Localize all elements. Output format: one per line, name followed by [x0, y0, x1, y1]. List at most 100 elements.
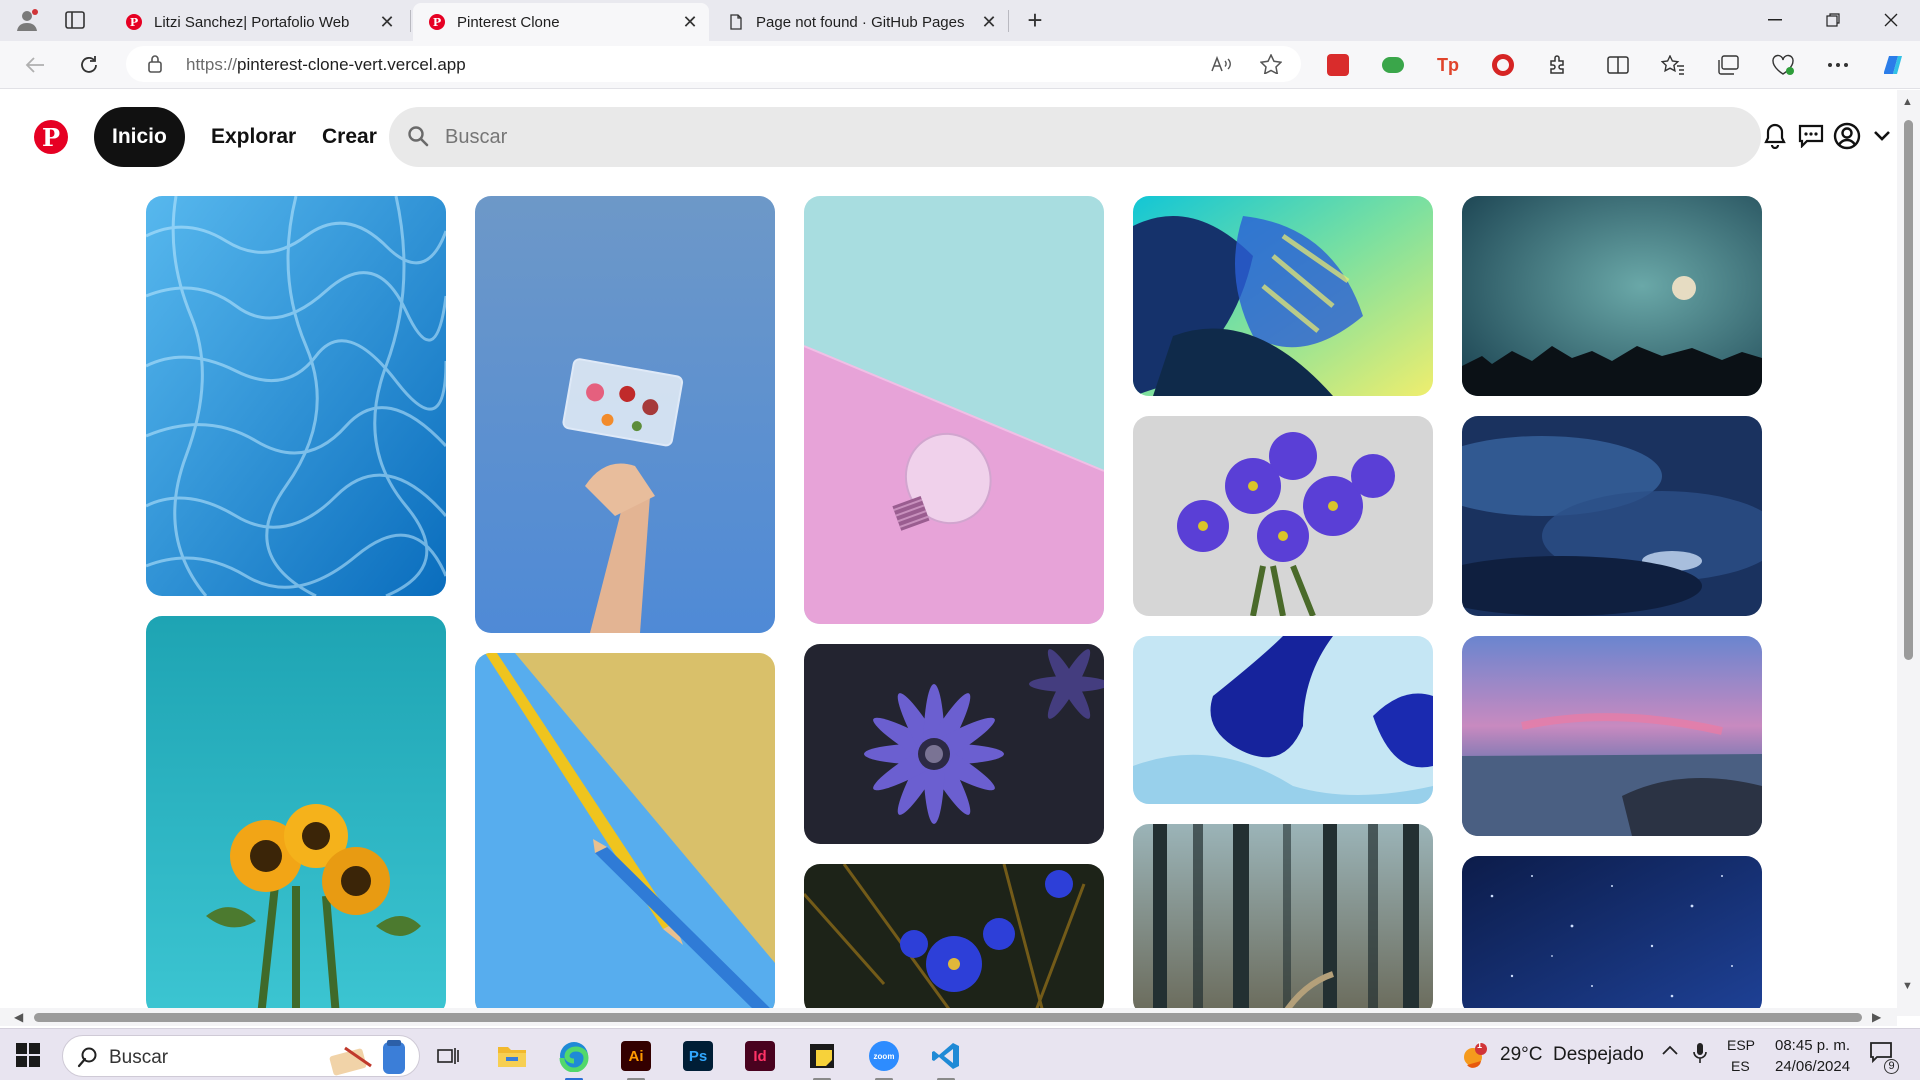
pinterest-favicon-icon: P [429, 14, 445, 30]
weather-icon[interactable]: 1 [1456, 1037, 1492, 1075]
extension-tp-icon[interactable]: Tp [1434, 51, 1462, 79]
show-hidden-icons-icon[interactable] [1661, 1043, 1679, 1059]
pin-stormy-clouds[interactable] [1462, 416, 1762, 616]
restore-window-icon[interactable] [1806, 0, 1860, 40]
favorites-icon[interactable] [1659, 51, 1687, 79]
refresh-icon[interactable] [72, 48, 106, 82]
pin-light-bulb[interactable] [804, 196, 1104, 624]
clock-date[interactable]: 24/06/2024 [1775, 1058, 1850, 1075]
extensions-puzzle-icon[interactable] [1544, 51, 1572, 79]
tab-divider [410, 10, 411, 32]
indesign-icon[interactable]: Id [741, 1037, 779, 1075]
horizontal-scrollbar[interactable]: ◀ ▶ [0, 1008, 1897, 1026]
extension-red-icon[interactable] [1324, 51, 1352, 79]
weather-text[interactable]: 29°C Despejado [1500, 1044, 1644, 1066]
address-bar[interactable]: https://pinterest-clone-vert.vercel.app [126, 46, 1301, 82]
browser-toolbar: https://pinterest-clone-vert.vercel.app … [0, 41, 1920, 89]
scroll-down-arrow-icon[interactable]: ▼ [1902, 980, 1913, 992]
task-view-icon[interactable] [429, 1037, 467, 1075]
collections-icon[interactable] [1714, 51, 1742, 79]
tab-github-pages[interactable]: Page not found · GitHub Pages ✕ [712, 3, 1008, 41]
browser-essentials-icon[interactable] [1769, 51, 1797, 79]
weather-alert-badge: 1 [1477, 1040, 1483, 1050]
nav-home-button[interactable]: Inicio [94, 107, 185, 167]
tab-divider [1008, 10, 1009, 32]
close-tab-icon[interactable]: ✕ [976, 9, 1002, 35]
pin-pink-sunset-sea[interactable] [1462, 636, 1762, 836]
pin-blue-flowers[interactable] [804, 864, 1104, 1016]
split-screen-icon[interactable] [1604, 51, 1632, 79]
illustrator-icon[interactable]: Ai [617, 1037, 655, 1080]
pin-hand-cassette[interactable] [475, 196, 775, 633]
notification-count-badge: 9 [1884, 1059, 1899, 1074]
settings-more-icon[interactable] [1824, 51, 1852, 79]
url-scheme: https:// [186, 55, 238, 74]
messages-icon[interactable] [1795, 120, 1827, 152]
vertical-scrollbar[interactable]: ▲ ▼ [1897, 90, 1920, 1016]
pin-purple-daisy[interactable] [804, 644, 1104, 844]
pinterest-favicon-icon: P [126, 14, 142, 30]
zoom-icon[interactable]: zoom [865, 1037, 903, 1080]
url-text[interactable]: https://pinterest-clone-vert.vercel.app [186, 55, 466, 75]
notifications-bell-icon[interactable] [1759, 120, 1791, 152]
tab-title: Page not found · GitHub Pages [756, 13, 965, 31]
pin-monstera-leaves[interactable] [1133, 196, 1433, 396]
pin-purple-bouquet[interactable] [1133, 416, 1433, 616]
pin-blue-ink[interactable] [1133, 636, 1433, 804]
account-chevron-down-icon[interactable] [1866, 120, 1898, 152]
windows-start-icon[interactable] [16, 1043, 40, 1067]
close-tab-icon[interactable]: ✕ [374, 9, 400, 35]
tab-actions-icon[interactable] [60, 6, 90, 34]
nav-create-link[interactable]: Crear [322, 107, 377, 167]
language-indicator-top[interactable]: ESP [1727, 1037, 1755, 1053]
language-indicator-bottom[interactable]: ES [1731, 1058, 1750, 1074]
illustrator-label: Ai [621, 1041, 651, 1071]
search-input[interactable] [445, 107, 1735, 167]
pinterest-logo-icon[interactable]: P [34, 120, 68, 154]
nav-explore-link[interactable]: Explorar [211, 107, 296, 167]
close-tab-icon[interactable]: ✕ [677, 9, 703, 35]
close-window-icon[interactable] [1864, 0, 1918, 40]
scroll-right-arrow-icon[interactable]: ▶ [1872, 1010, 1881, 1024]
photoshop-icon[interactable]: Ps [679, 1037, 717, 1075]
extension-frog-icon[interactable] [1379, 51, 1407, 79]
pin-starry-sky[interactable] [1462, 856, 1762, 1016]
pin-moon-night[interactable] [1462, 196, 1762, 396]
minimize-window-icon[interactable] [1748, 0, 1802, 40]
vertical-scroll-thumb[interactable] [1904, 120, 1913, 660]
vscode-icon[interactable] [927, 1037, 965, 1080]
profile-icon[interactable] [12, 6, 42, 34]
scroll-up-arrow-icon[interactable]: ▲ [1902, 96, 1913, 108]
new-tab-button[interactable]: + [1020, 5, 1050, 35]
search-icon [408, 126, 429, 147]
indesign-label: Id [745, 1041, 775, 1071]
windows-taskbar: Buscar Ai Ps Id zoom 1 29°C Despejado ES… [0, 1028, 1920, 1080]
lock-icon[interactable] [148, 55, 162, 73]
back-icon[interactable] [18, 48, 52, 82]
photoshop-label: Ps [683, 1041, 713, 1071]
read-aloud-icon[interactable] [1209, 53, 1233, 75]
pin-misty-forest[interactable] [1133, 824, 1433, 1016]
sticky-notes-icon[interactable] [803, 1037, 841, 1080]
favorite-star-icon[interactable] [1259, 53, 1283, 75]
pin-pencils[interactable] [475, 653, 775, 1016]
tab-pinterest-clone[interactable]: P Pinterest Clone ✕ [413, 3, 709, 41]
pin-swimming-pool[interactable] [146, 196, 446, 596]
extension-opera-icon[interactable] [1489, 51, 1517, 79]
scroll-left-arrow-icon[interactable]: ◀ [14, 1010, 23, 1024]
clock-time[interactable]: 08:45 p. m. [1775, 1037, 1850, 1054]
edge-browser-icon[interactable] [555, 1037, 593, 1080]
file-explorer-icon[interactable] [493, 1037, 531, 1075]
horizontal-scroll-thumb[interactable] [34, 1013, 1862, 1022]
pin-sunflowers[interactable] [146, 616, 446, 1016]
microphone-icon[interactable] [1693, 1042, 1707, 1067]
search-highlight-illustration-icon [329, 1040, 405, 1076]
tab-title: Pinterest Clone [457, 13, 560, 31]
pinterest-page: P Inicio Explorar Crear [0, 90, 1920, 1016]
tab-portafolio[interactable]: P Litzi Sanchez| Portafolio Web ✕ [110, 3, 406, 41]
taskbar-search-box[interactable]: Buscar [62, 1035, 420, 1077]
browser-tab-bar: P Litzi Sanchez| Portafolio Web ✕ P Pint… [0, 0, 1920, 41]
copilot-icon[interactable] [1879, 51, 1907, 79]
profile-avatar-icon[interactable] [1831, 120, 1863, 152]
svg-text:P: P [130, 16, 138, 29]
